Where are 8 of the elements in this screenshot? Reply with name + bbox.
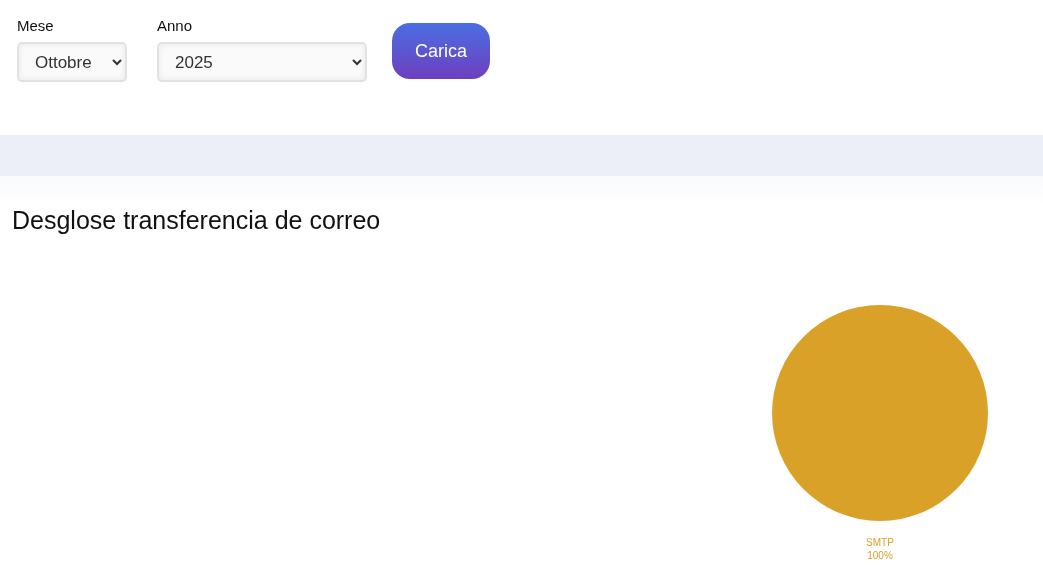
slice-label: SMTP (866, 537, 894, 548)
section-title: Desglose transferencia de correo (11, 206, 382, 235)
dropdown[interactable]: Ottobre (17, 42, 127, 82)
slice-percentage: 100% (867, 550, 893, 561)
dropdown[interactable]: 2025 (157, 42, 367, 82)
load-button[interactable]: Carica (392, 23, 490, 79)
field-label: Mese (17, 17, 55, 34)
field-label: Anno (157, 17, 194, 34)
